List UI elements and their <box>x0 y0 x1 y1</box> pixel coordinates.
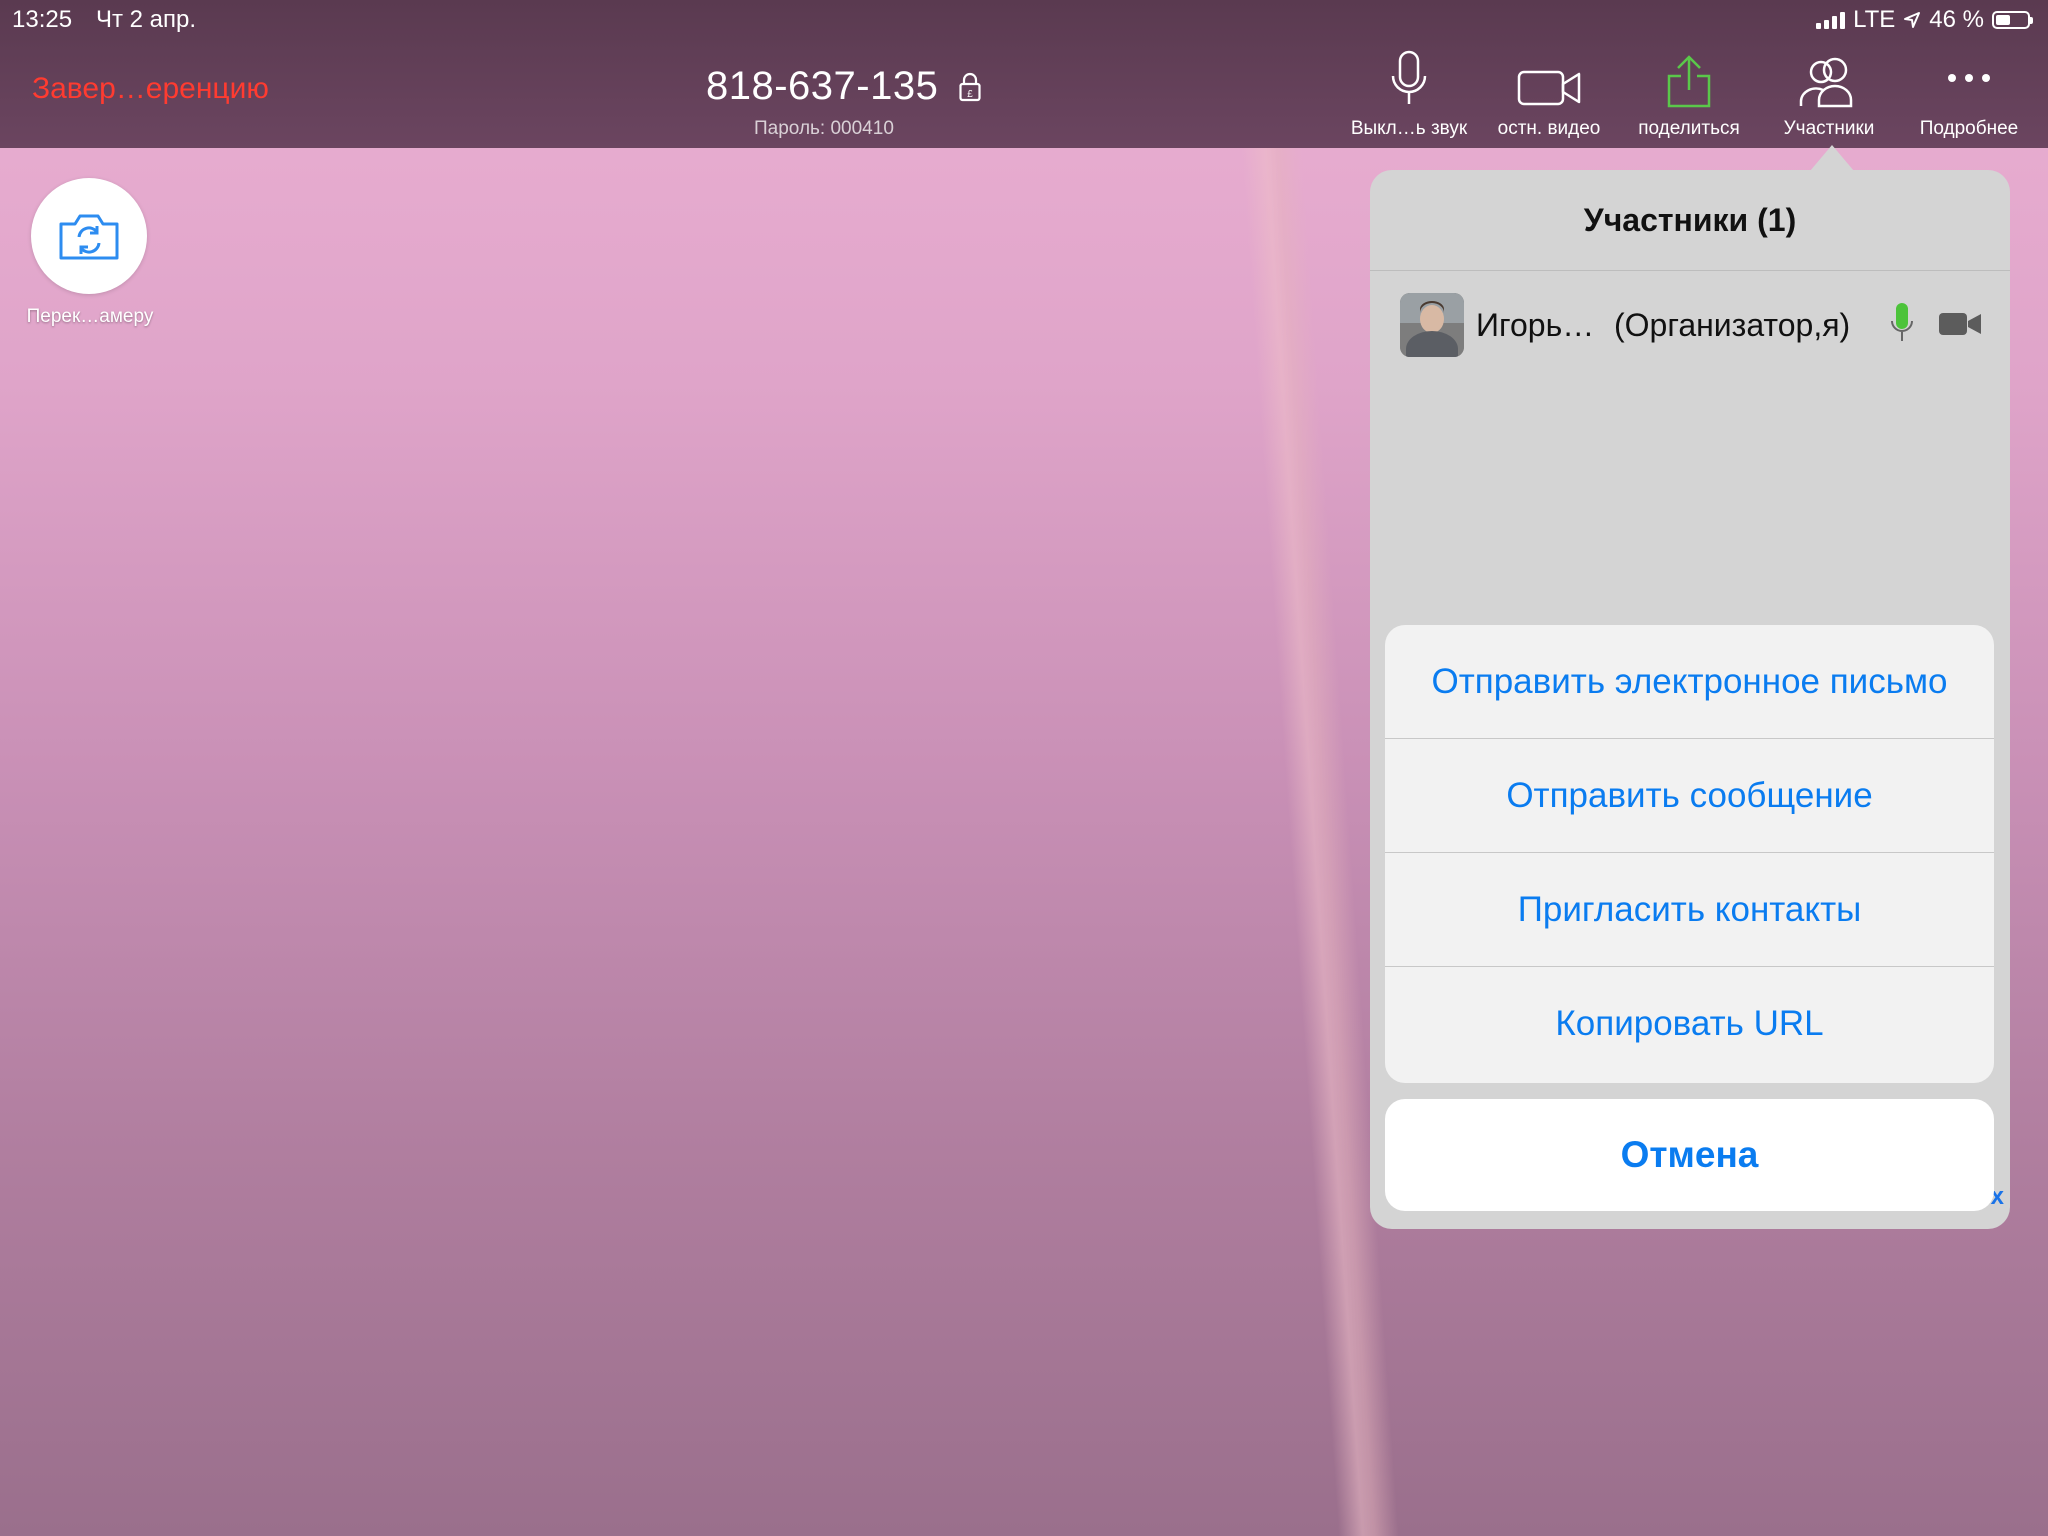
end-meeting-button[interactable]: Завер…еренцию <box>32 72 269 106</box>
battery-percent: 46 % <box>1929 6 1984 33</box>
participants-button[interactable]: Участники <box>1759 50 1899 140</box>
signal-icon <box>1816 11 1846 29</box>
avatar <box>1400 293 1464 357</box>
lock-icon: £ <box>959 72 981 102</box>
mute-button[interactable]: Выкл…ь звук <box>1339 50 1479 140</box>
microphone-active-icon <box>1891 303 1913 341</box>
location-arrow-icon <box>1904 12 1921 28</box>
meeting-toolbar: 13:25 Чт 2 апр. LTE 46 % Завер…еренцию 8… <box>0 0 2048 148</box>
copy-url-button[interactable]: Копировать URL <box>1385 967 1994 1081</box>
switch-camera-label: Перек…амеру <box>26 306 154 327</box>
status-indicators: LTE 46 % <box>1816 6 2033 34</box>
participants-label: Участники <box>1783 118 1875 139</box>
switch-camera-button[interactable] <box>31 178 147 294</box>
battery-level-fill <box>1996 15 2010 25</box>
meeting-id: 818-637-135 <box>706 64 939 108</box>
more-icon <box>1948 74 1990 82</box>
more-label: Подробнее <box>1919 118 2019 139</box>
share-label: поделиться <box>1638 118 1740 139</box>
microphone-icon <box>1391 50 1427 104</box>
send-email-button[interactable]: Отправить электронное письмо <box>1385 625 1994 739</box>
participant-role: (Организатор,я) <box>1614 307 1851 343</box>
video-camera-icon <box>1939 313 1981 335</box>
battery-icon <box>1992 11 2033 29</box>
participant-row[interactable]: Игорь… (Организатор,я) <box>1370 271 2010 381</box>
stop-video-label: остн. видео <box>1497 118 1601 139</box>
status-date: Чт 2 апр. <box>96 6 197 33</box>
cancel-button[interactable]: Отмена <box>1385 1099 1994 1211</box>
svg-text:£: £ <box>967 89 973 100</box>
participants-title: Участники (1) <box>1370 170 2010 271</box>
share-button[interactable]: поделиться <box>1619 50 1759 140</box>
meeting-password: Пароль: 000410 <box>754 118 894 139</box>
more-button[interactable]: Подробнее <box>1899 50 2039 140</box>
video-camera-icon <box>1517 70 1581 106</box>
switch-camera-icon <box>59 214 119 260</box>
stop-video-button[interactable]: остн. видео <box>1479 50 1619 140</box>
participant-name: Игорь… <box>1476 307 1595 343</box>
status-time: 13:25 <box>12 6 73 33</box>
mute-label: Выкл…ь звук <box>1350 118 1468 139</box>
network-type: LTE <box>1853 6 1896 33</box>
participants-icon <box>1799 57 1853 108</box>
send-message-button[interactable]: Отправить сообщение <box>1385 739 1994 853</box>
invite-action-sheet: Отправить электронное письмо Отправить с… <box>1385 625 1994 1083</box>
popover-arrow <box>1810 145 1854 171</box>
invite-contacts-button[interactable]: Пригласить контакты <box>1385 853 1994 967</box>
share-icon <box>1667 55 1711 108</box>
